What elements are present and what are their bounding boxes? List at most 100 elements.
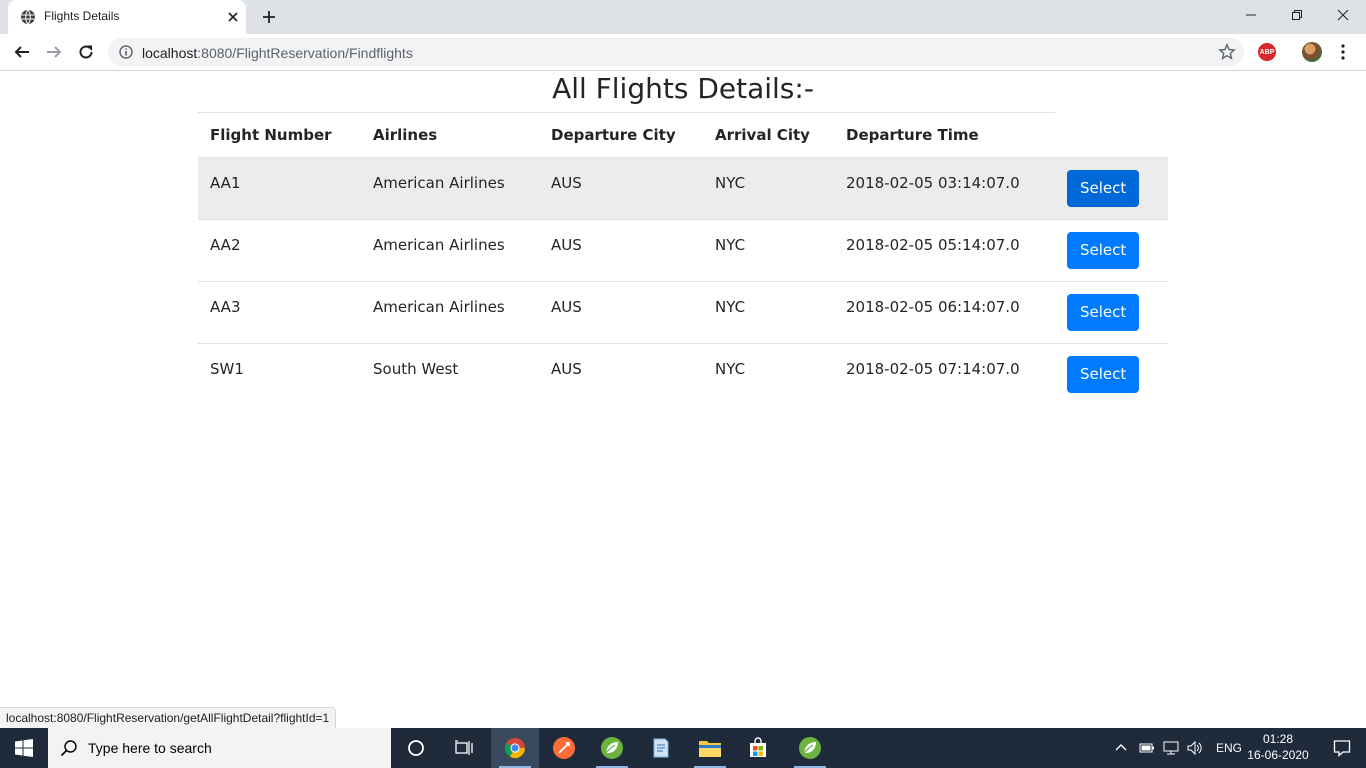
select-flight-button[interactable]: Select xyxy=(1067,294,1140,331)
arrival-city-cell: NYC xyxy=(703,219,834,282)
system-clock[interactable]: 01:28 16-06-2020 xyxy=(1240,731,1316,763)
column-header-airlines: Airlines xyxy=(373,126,438,144)
url-path: :8080/FlightReservation/Findflights xyxy=(197,45,413,61)
table-row: AA3 American Airlines AUS NYC 2018-02-05… xyxy=(198,281,1168,344)
windows-logo-icon xyxy=(15,739,33,757)
column-header-flight-number: Flight Number xyxy=(210,126,332,144)
airline-cell: American Airlines xyxy=(361,157,539,220)
departure-city-cell: AUS xyxy=(539,157,703,220)
action-cell: Select xyxy=(1055,343,1168,406)
action-center-button[interactable] xyxy=(1318,728,1366,768)
minimize-icon xyxy=(1246,14,1256,16)
browser-toolbar: localhost:8080/FlightReservation/Findfli… xyxy=(0,34,1366,71)
departure-city-cell: AUS xyxy=(539,219,703,282)
network-icon[interactable] xyxy=(1162,740,1180,756)
column-header-departure-time: Departure Time xyxy=(846,126,979,144)
url-host: localhost xyxy=(142,45,198,61)
more-menu-icon[interactable] xyxy=(1338,43,1348,61)
column-header-action xyxy=(1055,113,1168,158)
task-view-button[interactable] xyxy=(440,728,488,768)
taskbar-search-box[interactable]: Type here to search xyxy=(48,728,391,768)
select-flight-button[interactable]: Select xyxy=(1067,170,1140,207)
taskbar-chrome[interactable] xyxy=(491,728,539,768)
flight-number-cell: SW1 xyxy=(198,343,361,406)
cortana-button[interactable] xyxy=(392,728,440,768)
page-title: All Flights Details:- xyxy=(552,72,814,105)
address-bar[interactable]: localhost:8080/FlightReservation/Findfli… xyxy=(108,38,1244,66)
cortana-circle-icon xyxy=(408,740,424,756)
flights-table: Flight Number Airlines Departure City Ar… xyxy=(198,113,1168,406)
back-arrow-icon xyxy=(14,46,29,58)
minimize-button[interactable] xyxy=(1228,0,1274,30)
table-header-row: Flight Number Airlines Departure City Ar… xyxy=(198,113,1168,158)
restore-icon xyxy=(1292,10,1302,20)
forward-button[interactable] xyxy=(42,40,66,64)
taskbar-notepad[interactable] xyxy=(636,728,684,768)
table-row: SW1 South West AUS NYC 2018-02-05 07:14:… xyxy=(198,343,1168,406)
spring-leaf-icon xyxy=(601,737,623,759)
new-tab-icon[interactable] xyxy=(259,7,279,27)
taskbar-spring-tool-suite[interactable] xyxy=(588,728,636,768)
taskbar-postman[interactable] xyxy=(540,728,588,768)
postman-icon xyxy=(553,737,575,759)
table-row: AA1 American Airlines AUS NYC 2018-02-05… xyxy=(198,157,1168,220)
spring-leaf-icon xyxy=(799,737,821,759)
clock-time: 01:28 xyxy=(1262,732,1294,746)
arrival-city-cell: NYC xyxy=(703,343,834,406)
departure-city-cell: AUS xyxy=(539,343,703,406)
airline-cell: American Airlines xyxy=(361,281,539,344)
info-icon[interactable] xyxy=(119,45,133,59)
task-view-icon xyxy=(455,740,473,755)
notepad-icon xyxy=(653,738,669,758)
column-header-arrival-city: Arrival City xyxy=(715,126,810,144)
input-language[interactable]: ENG xyxy=(1216,741,1242,755)
column-header-departure-city: Departure City xyxy=(551,126,676,144)
reload-icon xyxy=(79,45,93,59)
flight-number-cell: AA3 xyxy=(198,281,361,344)
chrome-icon xyxy=(504,738,526,759)
browser-tab[interactable]: Flights Details xyxy=(8,0,246,34)
tab-title: Flights Details xyxy=(44,9,120,23)
taskbar-store[interactable] xyxy=(734,728,782,768)
start-button[interactable] xyxy=(0,728,48,768)
chevron-up-icon[interactable] xyxy=(1114,741,1128,755)
action-cell: Select xyxy=(1055,157,1168,220)
select-flight-button[interactable]: Select xyxy=(1067,232,1140,269)
store-bag-icon xyxy=(750,737,766,757)
airline-cell: South West xyxy=(361,343,539,406)
battery-icon[interactable] xyxy=(1138,741,1156,755)
taskbar-spring-tool-suite-2[interactable] xyxy=(786,728,834,768)
link-status-bubble: localhost:8080/FlightReservation/getAllF… xyxy=(0,707,337,729)
profile-avatar[interactable] xyxy=(1302,42,1322,62)
arrival-city-cell: NYC xyxy=(703,157,834,220)
table-row: AA2 American Airlines AUS NYC 2018-02-05… xyxy=(198,219,1168,282)
volume-icon[interactable] xyxy=(1186,740,1204,756)
adblock-extension-icon[interactable]: ABP xyxy=(1258,43,1276,61)
departure-city-cell: AUS xyxy=(539,281,703,344)
bookmark-star-icon[interactable] xyxy=(1218,43,1236,61)
url-text: localhost:8080/FlightReservation/Findfli… xyxy=(142,45,413,61)
close-icon xyxy=(1337,9,1349,21)
search-placeholder: Type here to search xyxy=(88,740,212,756)
folder-icon xyxy=(699,741,721,757)
airline-cell: American Airlines xyxy=(361,219,539,282)
taskbar-file-explorer[interactable] xyxy=(686,728,734,768)
reload-button[interactable] xyxy=(74,40,98,64)
back-button[interactable] xyxy=(10,40,34,64)
notification-icon xyxy=(1333,740,1351,757)
taskbar: Type here to search ENG 01:28 16-06-2020 xyxy=(0,728,1366,768)
globe-icon xyxy=(21,9,35,25)
arrival-city-cell: NYC xyxy=(703,281,834,344)
departure-time-cell: 2018-02-05 06:14:07.0 xyxy=(834,281,1055,344)
close-tab-icon[interactable] xyxy=(224,8,242,26)
flight-number-cell: AA2 xyxy=(198,219,361,282)
close-window-button[interactable] xyxy=(1320,0,1366,30)
tab-strip: Flights Details xyxy=(0,0,1366,34)
select-flight-button[interactable]: Select xyxy=(1067,356,1140,393)
forward-arrow-icon xyxy=(47,46,62,58)
departure-time-cell: 2018-02-05 05:14:07.0 xyxy=(834,219,1055,282)
departure-time-cell: 2018-02-05 07:14:07.0 xyxy=(834,343,1055,406)
search-icon xyxy=(60,740,77,757)
restore-button[interactable] xyxy=(1274,0,1320,30)
action-cell: Select xyxy=(1055,281,1168,344)
